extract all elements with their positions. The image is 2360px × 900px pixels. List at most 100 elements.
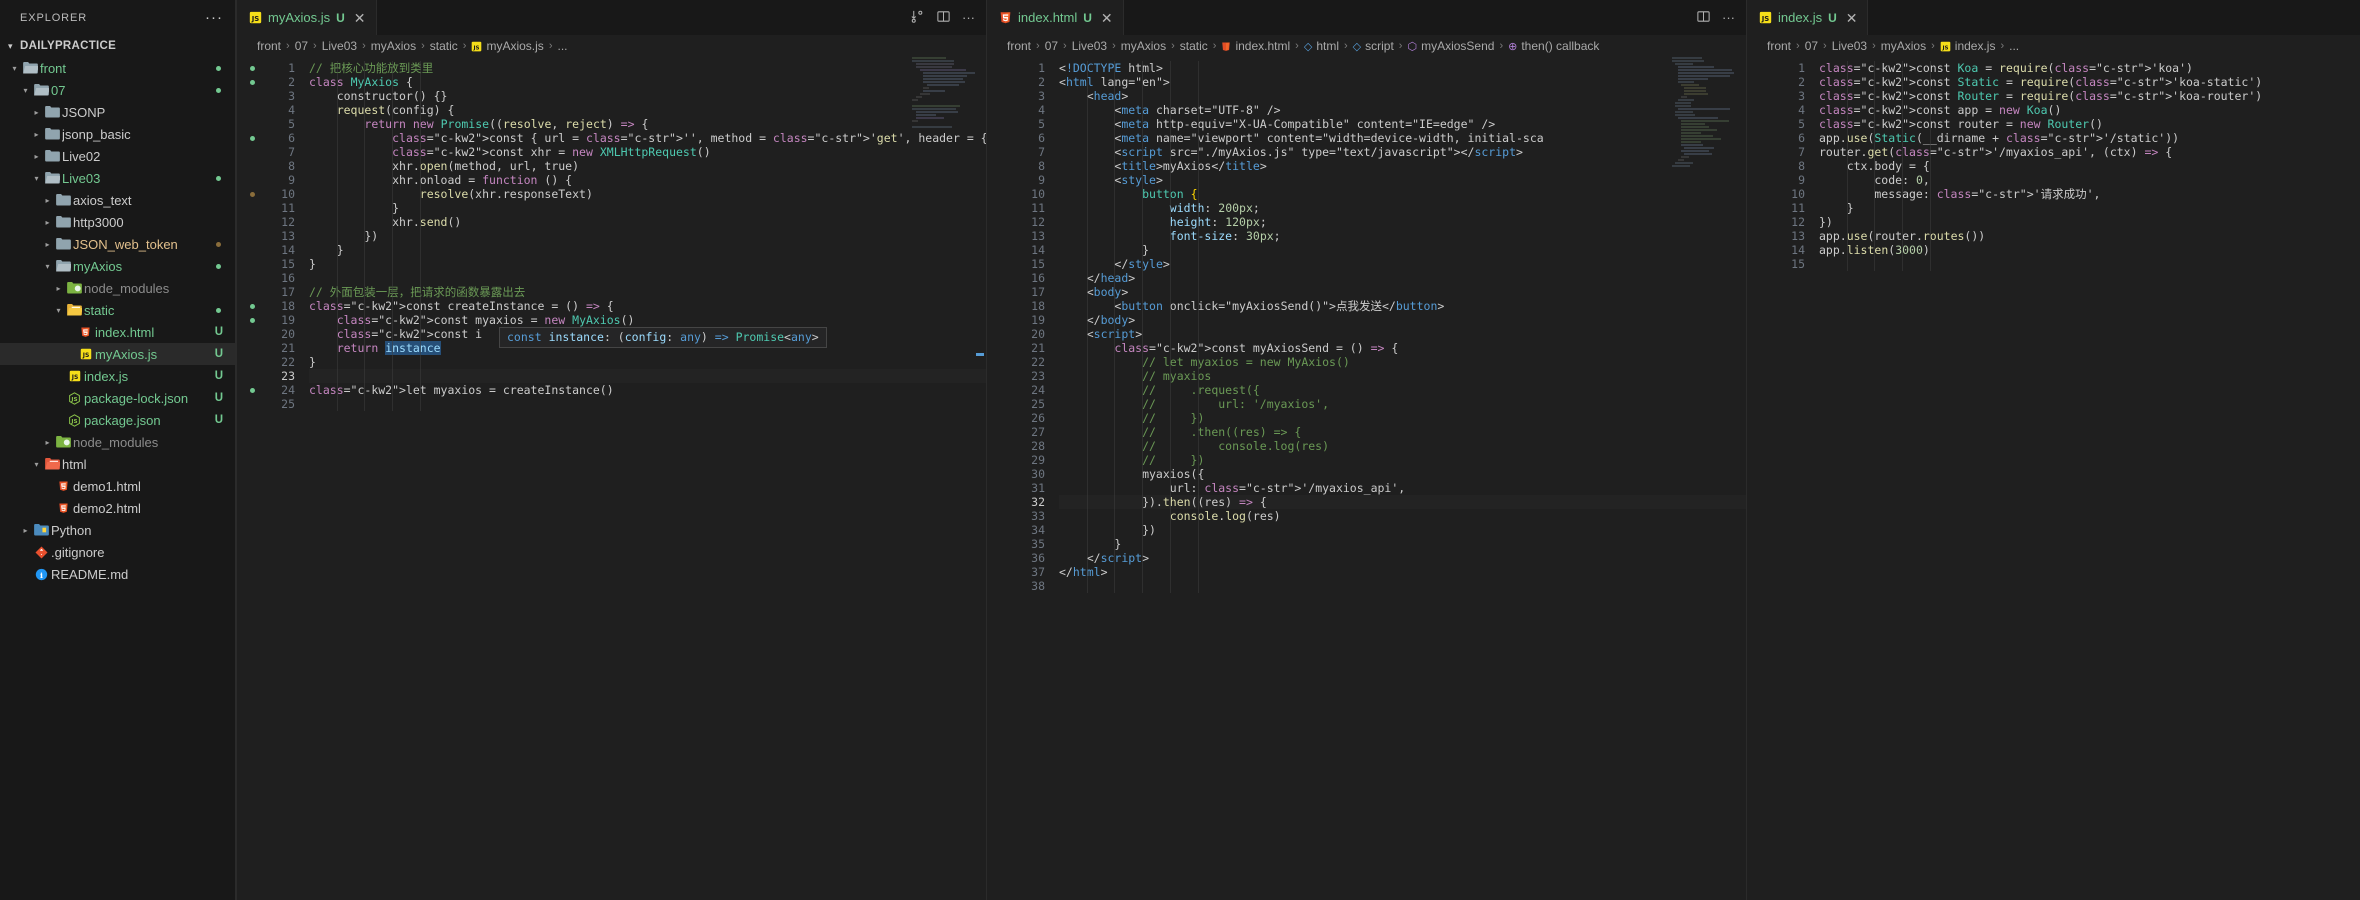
code-line[interactable]: message: class="c-str">'请求成功', (1819, 187, 2360, 201)
more-actions-icon[interactable]: ··· (1722, 10, 1735, 25)
close-icon[interactable]: ✕ (1101, 11, 1113, 25)
code-line[interactable]: class="c-kw2">const myaxios = new MyAxio… (309, 313, 986, 327)
tree-item-07[interactable]: ▾ 07 (0, 79, 235, 101)
close-icon[interactable]: ✕ (354, 11, 366, 25)
code-line[interactable]: class="c-kw2">const app = new Koa() (1819, 103, 2360, 117)
code-editor-2[interactable]: 1 2 3 4 5 6 7 8 9 10 11 12 13 14 15 16 17 18 19 20 21 22 23 24 2… (987, 57, 1746, 900)
tab-index-html[interactable]: index.html U ✕ (987, 0, 1124, 35)
code-line[interactable]: // }) (1059, 453, 1746, 467)
tree-item-node-modules[interactable]: ▸ node_modules (0, 277, 235, 299)
code-line[interactable]: ctx.body = { (1819, 159, 2360, 173)
code-line[interactable]: url: class="c-str">'/myaxios_api', (1059, 481, 1746, 495)
breadcrumb-item[interactable]: myAxios (371, 39, 416, 53)
breadcrumb-1[interactable]: front › 07 › Live03 › myAxios › static › JS myAxios… (237, 35, 986, 57)
code-line[interactable]: <title>myAxios</title> (1059, 159, 1746, 173)
split-editor-right-icon[interactable] (936, 9, 951, 27)
tree-item-demo2-html[interactable]: ▸demo2.html (0, 497, 235, 519)
breadcrumb-item[interactable]: JS myAxios.js (471, 39, 544, 53)
close-icon[interactable]: ✕ (1846, 11, 1858, 25)
split-editor-icon[interactable] (1696, 9, 1711, 27)
breadcrumb-item[interactable]: 07 (1805, 39, 1818, 53)
code-line[interactable]: } (309, 201, 986, 215)
code-line[interactable]: router.get(class="c-str">'/myaxios_api',… (1819, 145, 2360, 159)
tab-index-js[interactable]: JS index.js U ✕ (1747, 0, 1869, 35)
overview-ruler-3[interactable] (2348, 57, 2360, 900)
code-lines-2[interactable]: <!DOCTYPE html> <html lang="en"> <head> <… (1059, 61, 1746, 593)
code-line[interactable]: // 把核心功能放到类里 (309, 61, 986, 75)
code-line[interactable]: app.use(Static(__dirname + class="c-str"… (1819, 131, 2360, 145)
code-line[interactable]: font-size: 30px; (1059, 229, 1746, 243)
code-line[interactable]: constructor() {} (309, 89, 986, 103)
code-line[interactable]: <meta charset="UTF-8" /> (1059, 103, 1746, 117)
code-line[interactable]: // }) (1059, 411, 1746, 425)
code-line[interactable] (309, 271, 986, 285)
tree-item-live03[interactable]: ▾ Live03 (0, 167, 235, 189)
code-line[interactable]: }) (309, 229, 986, 243)
code-line[interactable]: }) (1059, 523, 1746, 537)
breadcrumb-2[interactable]: front › 07 › Live03 › myAxios › static › index.htm… (987, 35, 1746, 57)
code-line[interactable]: app.listen(3000) (1819, 243, 2360, 257)
breadcrumb-3[interactable]: front › 07 › Live03 › myAxios › JS index.js ›... (1747, 35, 2360, 57)
code-line[interactable]: </html> (1059, 565, 1746, 579)
code-line[interactable]: width: 200px; (1059, 201, 1746, 215)
code-line[interactable]: } (1059, 243, 1746, 257)
tree-item-readme-md[interactable]: ▸iREADME.md (0, 563, 235, 585)
code-line[interactable] (1059, 579, 1746, 593)
code-line[interactable]: // .then((res) => { (1059, 425, 1746, 439)
tab-myAxios-js[interactable]: JS myAxios.js U ✕ (237, 0, 377, 35)
code-line[interactable]: xhr.onload = function () { (309, 173, 986, 187)
overview-ruler-2[interactable] (1734, 57, 1746, 900)
code-line[interactable]: // console.log(res) (1059, 439, 1746, 453)
breadcrumb-item[interactable]: ... (2009, 39, 2019, 53)
code-line[interactable]: class="c-kw2">let myaxios = createInstan… (309, 383, 986, 397)
overview-ruler-1[interactable] (974, 57, 986, 900)
breadcrumb-item[interactable]: Live03 (1072, 39, 1107, 53)
code-line[interactable]: <script> (1059, 327, 1746, 341)
code-line[interactable]: <!DOCTYPE html> (1059, 61, 1746, 75)
code-line[interactable]: button { (1059, 187, 1746, 201)
tree-item--gitignore[interactable]: ▸.gitignore (0, 541, 235, 563)
breadcrumb-item[interactable]: myAxios (1881, 39, 1926, 53)
code-line[interactable]: } (1059, 537, 1746, 551)
code-line[interactable]: class="c-kw2">const Router = require(cla… (1819, 89, 2360, 103)
tree-item-live02[interactable]: ▸ Live02 (0, 145, 235, 167)
code-line[interactable]: class="c-kw2">const Koa = require(class=… (1819, 61, 2360, 75)
code-line[interactable]: } (309, 355, 986, 369)
code-line[interactable]: <html lang="en"> (1059, 75, 1746, 89)
breadcrumb-item[interactable]: static (430, 39, 458, 53)
code-line[interactable]: xhr.send() (309, 215, 986, 229)
code-lines-1[interactable]: // 把核心功能放到类里 class MyAxios { constructor(… (309, 61, 986, 411)
tree-item-html[interactable]: ▾ html (0, 453, 235, 475)
tree-item-json-web-token[interactable]: ▸ JSON_web_token (0, 233, 235, 255)
code-line[interactable]: class="c-kw2">const createInstance = () … (309, 299, 986, 313)
code-line[interactable]: } (309, 243, 986, 257)
code-line[interactable]: class="c-kw2">const Static = require(cla… (1819, 75, 2360, 89)
tree-item-package-json[interactable]: ▸JSpackage.jsonU (0, 409, 235, 431)
tree-item-jsonp-basic[interactable]: ▸ jsonp_basic (0, 123, 235, 145)
minimap-1[interactable] (912, 57, 975, 900)
code-line[interactable]: } (1819, 201, 2360, 215)
breadcrumb-item[interactable]: static (1180, 39, 1208, 53)
code-line[interactable]: height: 120px; (1059, 215, 1746, 229)
tree-item-node-modules[interactable]: ▸ node_modules (0, 431, 235, 453)
code-editor-3[interactable]: 1 2 3 4 5 6 7 8 9 10 11 12 13 14 15 class="c-kw2">cons… (1747, 57, 2360, 900)
code-line[interactable]: class="c-kw2">const myAxiosSend = () => … (1059, 341, 1746, 355)
breadcrumb-item[interactable]: myAxios (1121, 39, 1166, 53)
split-editor-icon[interactable] (910, 9, 925, 27)
tree-item-myaxios[interactable]: ▾ myAxios (0, 255, 235, 277)
code-line[interactable]: class="c-kw2">const { url = class="c-str… (309, 131, 986, 145)
code-line[interactable]: code: 0, (1819, 173, 2360, 187)
code-line[interactable]: return new Promise((resolve, reject) => … (309, 117, 986, 131)
code-line[interactable]: <meta name="viewport" content="width=dev… (1059, 131, 1746, 145)
code-line[interactable]: class="c-kw2">const xhr = new XMLHttpReq… (309, 145, 986, 159)
code-line[interactable]: myaxios({ (1059, 467, 1746, 481)
tree-item-jsonp[interactable]: ▸ JSONP (0, 101, 235, 123)
code-line[interactable]: }).then((res) => { (1059, 495, 1746, 509)
code-line[interactable] (309, 397, 986, 411)
tree-item-index-js[interactable]: ▸JSindex.jsU (0, 365, 235, 387)
breadcrumb-item[interactable]: ◇ script (1353, 39, 1394, 53)
code-line[interactable]: <body> (1059, 285, 1746, 299)
breadcrumb-item[interactable]: 07 (295, 39, 308, 53)
breadcrumb-item[interactable]: front (257, 39, 281, 53)
breadcrumb-item[interactable]: ⊕ then() callback (1508, 39, 1599, 53)
